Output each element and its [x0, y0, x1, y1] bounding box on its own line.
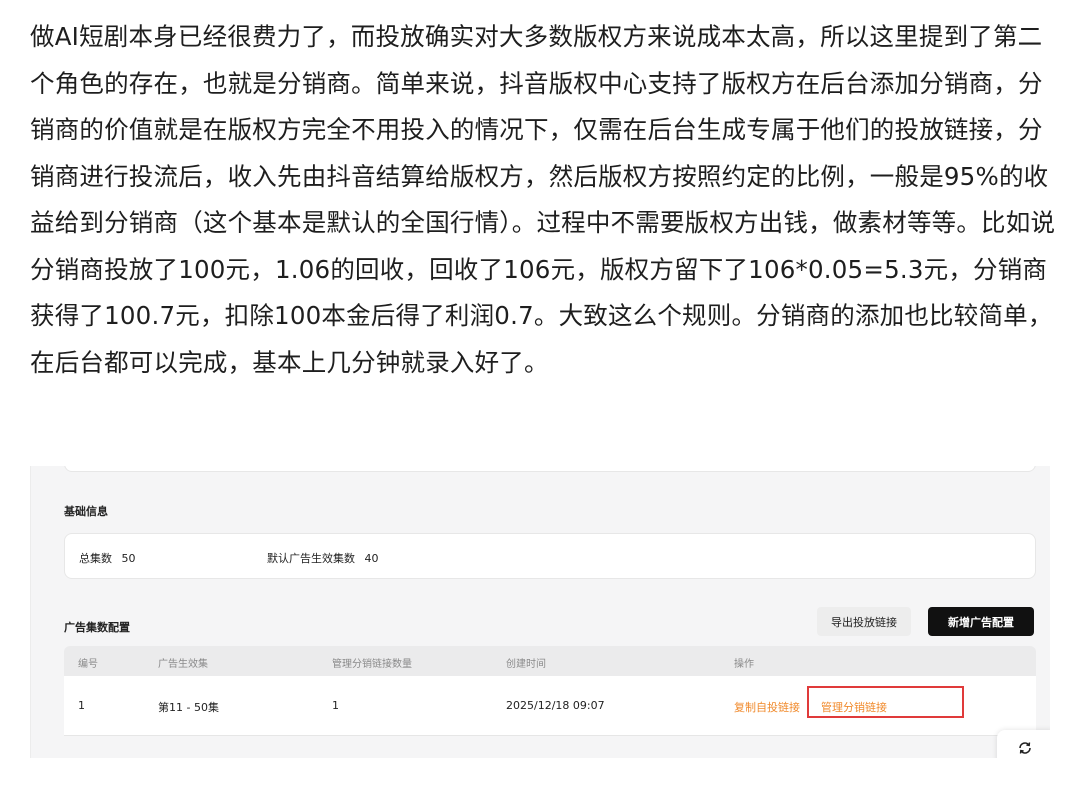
- column-header-episodes: 广告生效集: [158, 659, 208, 670]
- refresh-icon: [1019, 742, 1031, 754]
- ad-config-title: 广告集数配置: [64, 621, 130, 634]
- total-episodes-label: 总集数: [79, 552, 112, 565]
- total-episodes-value: 50: [121, 552, 136, 565]
- floating-refresh-button[interactable]: [997, 730, 1050, 758]
- row-id: 1: [78, 699, 85, 712]
- default-ad-episodes: 默认广告生效集数 40: [267, 550, 379, 566]
- row-episodes: 第11 - 50集: [158, 701, 219, 714]
- top-card: [64, 466, 1036, 472]
- default-ad-episodes-value: 40: [364, 552, 379, 565]
- column-header-created-at: 创建时间: [506, 659, 546, 670]
- basic-info-card: 总集数 50 默认广告生效集数 40: [64, 533, 1036, 579]
- row-link-count: 1: [332, 699, 339, 712]
- column-header-id: 编号: [78, 659, 98, 670]
- total-episodes: 总集数 50: [79, 550, 136, 566]
- default-ad-episodes-label: 默认广告生效集数: [267, 552, 355, 565]
- article-paragraph: 做AI短剧本身已经很费力了，而投放确实对大多数版权方来说成本太高，所以这里提到了…: [30, 22, 1056, 377]
- add-ad-config-button[interactable]: 新增广告配置: [928, 607, 1034, 636]
- highlight-annotation-box: [807, 686, 964, 718]
- article-text: 做AI短剧本身已经很费力了，而投放确实对大多数版权方来说成本太高，所以这里提到了…: [30, 14, 1056, 386]
- embedded-screenshot: 基础信息 总集数 50 默认广告生效集数 40 广告集数配置 导出投放链接 新增…: [30, 466, 1050, 758]
- column-header-link-count: 管理分销链接数量: [332, 659, 412, 670]
- row-created-at: 2025/12/18 09:07: [506, 699, 605, 712]
- column-header-actions: 操作: [734, 659, 754, 670]
- basic-info-title: 基础信息: [64, 505, 108, 518]
- export-links-button[interactable]: 导出投放链接: [817, 607, 911, 636]
- copy-self-link-button[interactable]: 复制自投链接: [734, 699, 800, 715]
- table-header: 编号 广告生效集 管理分销链接数量 创建时间 操作: [64, 646, 1036, 676]
